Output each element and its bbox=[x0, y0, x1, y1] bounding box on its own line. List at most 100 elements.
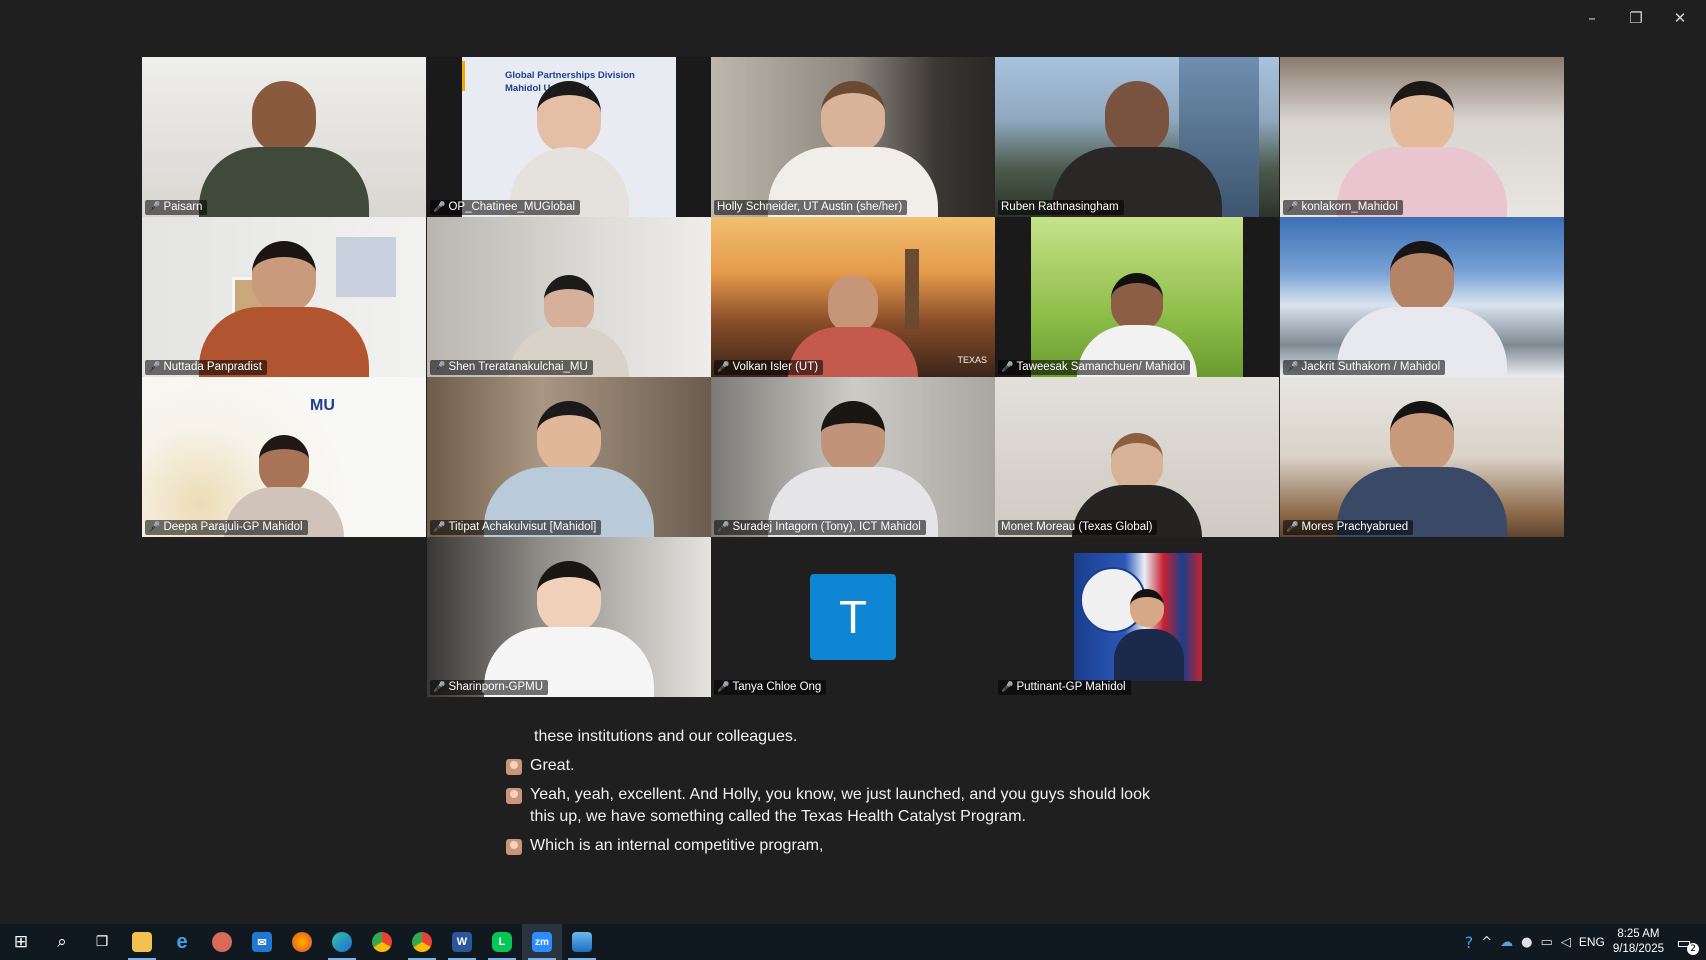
taskbar-photos[interactable] bbox=[562, 924, 602, 960]
taskbar-firefox[interactable] bbox=[282, 924, 322, 960]
notification-center-button[interactable]: ▭ 2 bbox=[1672, 930, 1699, 955]
participant-name-tag: 🎤 Taweesak Samanchuen/ Mahidol bbox=[998, 360, 1191, 375]
microphone-icon[interactable]: ● bbox=[1521, 935, 1532, 950]
mic-muted-icon: 🎤 bbox=[433, 681, 446, 693]
mic-muted-icon: 🎤 bbox=[717, 361, 730, 373]
video-tile[interactable]: 🎤 Paisarn bbox=[142, 57, 426, 217]
video-tile-avatar[interactable]: T 🎤 Tanya Chloe Ong bbox=[711, 537, 995, 697]
video-tile[interactable]: Monet Moreau (Texas Global) bbox=[995, 377, 1279, 537]
video-tile[interactable]: 🎤 Mores Prachyabrued bbox=[1280, 377, 1564, 537]
profile-picture bbox=[1074, 553, 1202, 681]
mu-logo-icon bbox=[462, 61, 485, 91]
participant-name-tag: Holly Schneider, UT Austin (she/her) bbox=[714, 200, 908, 215]
word-icon: W bbox=[452, 932, 472, 952]
participant-name-tag: 🎤 Puttinant-GP Mahidol bbox=[998, 680, 1131, 695]
mail-icon: ✉ bbox=[252, 932, 272, 952]
participant-name-tag: 🎤 Shen Treratanakulchai_MU bbox=[430, 360, 593, 375]
video-tile[interactable]: 🎤 Titipat Achakulvisut [Mahidol] bbox=[427, 377, 711, 537]
folder-icon bbox=[132, 932, 152, 952]
line-icon: L bbox=[492, 932, 512, 952]
volume-icon[interactable]: ◁ bbox=[1561, 935, 1571, 950]
help-icon[interactable]: ? bbox=[1465, 933, 1474, 952]
taskbar-word[interactable]: W bbox=[442, 924, 482, 960]
taskbar-line[interactable]: L bbox=[482, 924, 522, 960]
internet-explorer-icon: e bbox=[176, 930, 188, 953]
notification-count-badge: 2 bbox=[1687, 943, 1699, 955]
mic-muted-icon: 🎤 bbox=[433, 361, 446, 373]
taskbar-mail[interactable]: ✉ bbox=[242, 924, 282, 960]
windows-icon: ⊞ bbox=[13, 932, 29, 952]
participant-name-tag: 🎤 Suradej Intagorn (Tony), ICT Mahidol bbox=[714, 520, 926, 535]
mic-muted-icon: 🎤 bbox=[1001, 681, 1014, 693]
caption-line: Great. bbox=[506, 755, 1186, 777]
participant-name-tag: 🎤 Paisarn bbox=[145, 200, 208, 215]
participant-name-tag: 🎤 Jackrit Suthakorn / Mahidol bbox=[1283, 360, 1446, 375]
network-icon[interactable]: ▭ bbox=[1541, 935, 1553, 950]
mic-muted-icon: 🎤 bbox=[148, 361, 161, 373]
taskbar-zoom[interactable]: zm bbox=[522, 924, 562, 960]
live-captions-panel: these institutions and our colleagues. G… bbox=[0, 700, 1706, 924]
language-indicator[interactable]: ENG bbox=[1579, 935, 1605, 949]
mic-muted-icon: 🎤 bbox=[717, 521, 730, 533]
participant-name-tag: 🎤 OP_Chatinee_MUGlobal bbox=[430, 200, 581, 215]
mic-muted-icon: 🎤 bbox=[1001, 361, 1014, 373]
task-view-icon: ❐ bbox=[95, 934, 109, 950]
participant-name-tag: 🎤 Titipat Achakulvisut [Mahidol] bbox=[430, 520, 602, 535]
taskbar-file-explorer[interactable] bbox=[122, 924, 162, 960]
taskbar-chrome[interactable] bbox=[362, 924, 402, 960]
video-tile[interactable]: MU 🎤 Deepa Parajuli-GP Mahidol bbox=[142, 377, 426, 537]
participant-name-tag: Ruben Rathnasingham bbox=[998, 200, 1124, 215]
participant-name-tag: 🎤 Mores Prachyabrued bbox=[1283, 520, 1414, 535]
video-tile[interactable]: 🎤 konlakorn_Mahidol bbox=[1280, 57, 1564, 217]
video-tile[interactable]: 🎤 Taweesak Samanchuen/ Mahidol bbox=[995, 217, 1279, 377]
video-tile[interactable]: TEXAS 🎤 Volkan Isler (UT) bbox=[711, 217, 995, 377]
cloud-icon[interactable]: ☁ bbox=[1500, 935, 1513, 950]
video-tile[interactable]: Global Partnerships Division Mahidol Uni… bbox=[427, 57, 711, 217]
system-tray: ? ^ ☁ ● ▭ ◁ ENG 8:25 AM 9/18/2025 ▭ 2 bbox=[1465, 924, 1706, 960]
mu-logo: MU bbox=[310, 397, 335, 414]
participant-avatar: T bbox=[810, 574, 896, 660]
texas-watermark: TEXAS bbox=[957, 355, 987, 365]
clock[interactable]: 8:25 AM 9/18/2025 bbox=[1613, 927, 1664, 957]
participant-name-tag: 🎤 konlakorn_Mahidol bbox=[1283, 200, 1403, 215]
mic-muted-icon: 🎤 bbox=[148, 521, 161, 533]
video-tile[interactable]: 🎤 Shen Treratanakulchai_MU bbox=[427, 217, 711, 377]
speaker-avatar-icon bbox=[506, 759, 522, 775]
video-tile[interactable]: 🎤 Jackrit Suthakorn / Mahidol bbox=[1280, 217, 1564, 377]
video-tile-active-speaker[interactable]: Ruben Rathnasingham bbox=[995, 57, 1279, 217]
video-tile[interactable]: Holly Schneider, UT Austin (she/her) bbox=[711, 57, 995, 217]
participant-name-tag: Monet Moreau (Texas Global) bbox=[998, 520, 1158, 535]
edge-icon bbox=[332, 932, 352, 952]
video-tile[interactable]: 🎤 Suradej Intagorn (Tony), ICT Mahidol bbox=[711, 377, 995, 537]
search-button[interactable]: ⌕ bbox=[42, 924, 82, 960]
participant-name-tag: 🎤 Nuttada Panpradist bbox=[145, 360, 267, 375]
taskbar-chrome-profile[interactable] bbox=[402, 924, 442, 960]
windows-taskbar: ⊞ ⌕ ❐ e ✉ W L zm ? ^ ☁ ● ▭ ◁ ENG 8:25 AM… bbox=[0, 924, 1706, 960]
chrome-icon bbox=[412, 932, 432, 952]
speaker-avatar-icon bbox=[506, 788, 522, 804]
video-gallery: 🎤 Paisarn Global Partnerships Division Ma… bbox=[0, 0, 1706, 700]
app-icon bbox=[212, 932, 232, 952]
mic-muted-icon: 🎤 bbox=[1286, 201, 1299, 213]
mic-muted-icon: 🎤 bbox=[433, 521, 446, 533]
video-tile[interactable]: 🎤 Sharinporn-GPMU bbox=[427, 537, 711, 697]
video-tile[interactable]: 🎤 Puttinant-GP Mahidol bbox=[995, 537, 1279, 697]
start-button[interactable]: ⊞ bbox=[0, 924, 42, 960]
participant-name-tag: 🎤 Sharinporn-GPMU bbox=[430, 680, 549, 695]
mic-muted-icon: 🎤 bbox=[1286, 361, 1299, 373]
caption-line: Which is an internal competitive program… bbox=[506, 835, 1186, 857]
mic-muted-icon: 🎤 bbox=[1286, 521, 1299, 533]
taskbar-edge[interactable] bbox=[322, 924, 362, 960]
video-tile[interactable]: 🎤 Nuttada Panpradist bbox=[142, 217, 426, 377]
taskbar-internet-explorer[interactable]: e bbox=[162, 924, 202, 960]
caption-line: Yeah, yeah, excellent. And Holly, you kn… bbox=[506, 784, 1186, 828]
zoom-icon: zm bbox=[532, 932, 552, 952]
task-view-button[interactable]: ❐ bbox=[82, 924, 122, 960]
firefox-icon bbox=[292, 932, 312, 952]
taskbar-app[interactable] bbox=[202, 924, 242, 960]
search-icon: ⌕ bbox=[57, 932, 67, 952]
chevron-up-icon[interactable]: ^ bbox=[1481, 935, 1492, 950]
speaker-avatar-icon bbox=[506, 839, 522, 855]
photos-icon bbox=[572, 932, 592, 952]
mic-muted-icon: 🎤 bbox=[717, 681, 730, 693]
